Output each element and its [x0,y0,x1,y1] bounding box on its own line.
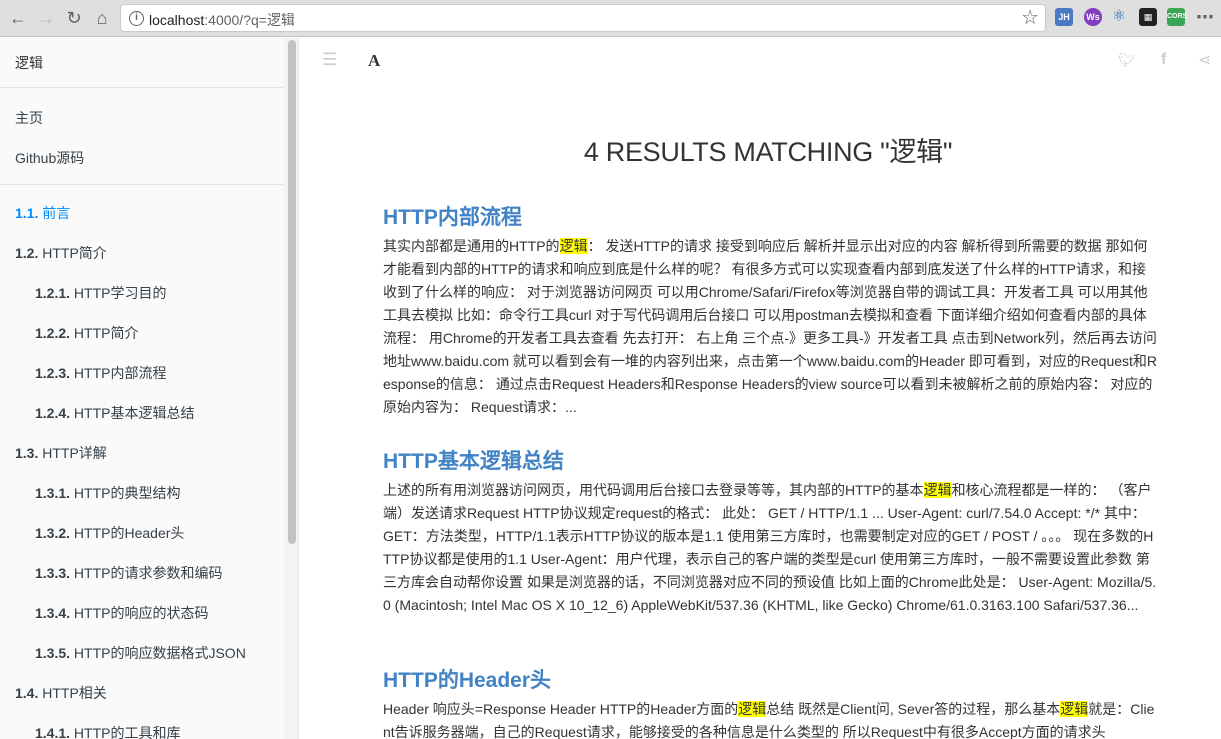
toc-item[interactable]: 1.2.3. HTTP内部流程 [35,363,166,383]
toc-item-number: 1.2.1. [35,285,71,301]
toc-item[interactable]: 1.2.2. HTTP简介 [35,323,138,343]
browser-menu-icon[interactable]: ⋯ [1196,8,1214,26]
excerpt-text: 和核心流程都是一样的： （客户端）发送请求Request HTTP协议规定req… [383,482,1157,613]
toc-item-number: 1.3.2. [35,525,71,541]
toc-item[interactable]: 1.1. 前言 [15,203,70,223]
extension-qrcode-icon[interactable]: ▦ [1139,8,1157,26]
search-result: HTTP基本逻辑总结 上述的所有用浏览器访问网页，用代码调用后台接口去登录等等，… [383,449,1158,617]
result-excerpt: Header 响应头=Response Header HTTP的Header方面… [383,698,1158,739]
facebook-icon[interactable]: f [1161,51,1166,69]
result-excerpt: 其实内部都是通用的HTTP的逻辑： 发送HTTP的请求 接受到响应后 解析并显示… [383,235,1158,419]
toc-item-number: 1.2.3. [35,365,71,381]
home-icon[interactable]: ⌂ [90,6,114,30]
toc-item-number: 1.4. [15,685,39,701]
toc-item-label: HTTP的Header头 [70,525,185,541]
toc-item[interactable]: 1.3.2. HTTP的Header头 [35,523,184,543]
toc-item-number: 1.2.2. [35,325,71,341]
excerpt-text: 总结 既然是Client问, Sever答的过程，那么基本 [766,701,1061,717]
share-icon[interactable]: ⋖ [1198,50,1211,70]
toc-item-label: HTTP学习目的 [70,285,167,301]
search-result: HTTP内部流程 其实内部都是通用的HTTP的逻辑： 发送HTTP的请求 接受到… [383,205,1158,419]
excerpt-text: 其实内部都是通用的HTTP的 [383,238,560,254]
sidebar-link-home[interactable]: 主页 [15,108,43,128]
excerpt-text: Header 响应头=Response Header HTTP的Header方面… [383,701,739,717]
toc-item-label: HTTP的响应的状态码 [70,605,209,621]
forward-icon[interactable]: → [34,6,58,30]
toc-item[interactable]: 1.2. HTTP简介 [15,243,107,263]
toc-item[interactable]: 1.2.4. HTTP基本逻辑总结 [35,403,194,423]
toc-item-label: HTTP内部流程 [70,365,167,381]
sidebar-divider [0,184,285,185]
toc-item-number: 1.1. [15,205,39,221]
toc-item[interactable]: 1.4. HTTP相关 [15,683,107,703]
extension-cors-icon[interactable]: CORS [1167,8,1187,26]
extension-jh-icon[interactable]: JH [1055,8,1073,26]
search-highlight: 逻辑 [923,482,952,498]
toc-item-label: HTTP简介 [38,245,107,261]
search-results-title: 4 RESULTS MATCHING "逻辑" [583,137,953,167]
sidebar-link-github[interactable]: Github源码 [15,148,84,168]
toc-item[interactable]: 1.3.3. HTTP的请求参数和编码 [35,563,222,583]
toc-item-label: HTTP的响应数据格式JSON [70,645,246,661]
toc-item[interactable]: 1.3.1. HTTP的典型结构 [35,483,180,503]
toc-item-label: 前言 [38,205,71,221]
book-sidebar: 逻辑 主页 Github源码 1.1. 前言 1.2. HTTP简介 1.2.1. … [0,38,299,739]
toc-item-label: HTTP的工具和库 [70,725,181,739]
browser-toolbar: ← → ↻ ⌂ i localhost:4000/?q=逻辑 ☆ JH Ws ⚛… [0,0,1221,37]
toc-item-number: 1.3.5. [35,645,71,661]
result-title[interactable]: HTTP基本逻辑总结 [383,449,1158,475]
toc-item[interactable]: 1.2.1. HTTP学习目的 [35,283,166,303]
toc-item-label: HTTP基本逻辑总结 [70,405,195,421]
result-excerpt: 上述的所有用浏览器访问网页，用代码调用后台接口去登录等等，其内部的HTTP的基本… [383,479,1158,617]
toc-item-number: 1.3.1. [35,485,71,501]
result-title[interactable]: HTTP的Header头 [383,668,1158,694]
toc-item-label: HTTP详解 [38,445,107,461]
result-title[interactable]: HTTP内部流程 [383,205,1158,231]
toc-item[interactable]: 1.3.4. HTTP的响应的状态码 [35,603,208,623]
toc-item[interactable]: 1.4.1. HTTP的工具和库 [35,723,180,739]
extension-react-icon[interactable]: ⚛ [1110,8,1128,26]
sidebar-divider [0,87,285,88]
toc-item-number: 1.4.1. [35,725,71,739]
search-highlight: 逻辑 [1060,701,1089,717]
search-input[interactable]: 逻辑 [15,53,43,73]
toc-item-label: HTTP的典型结构 [70,485,181,501]
toc-item[interactable]: 1.3.5. HTTP的响应数据格式JSON [35,643,246,663]
search-highlight: 逻辑 [738,701,767,717]
font-settings-icon[interactable]: A [368,51,380,71]
toc-item-number: 1.3.4. [35,605,71,621]
toc-item-number: 1.2.4. [35,405,71,421]
bookmark-star-icon[interactable]: ☆ [1021,7,1039,29]
toc-item-label: HTTP简介 [70,325,139,341]
toc-item-number: 1.2. [15,245,39,261]
excerpt-text: ： 发送HTTP的请求 接受到响应后 解析并显示出对应的内容 解析得到所需要的数… [383,238,1158,415]
back-icon[interactable]: ← [6,6,30,30]
search-result: HTTP的Header头 Header 响应头=Response Header … [383,668,1158,739]
url-text[interactable]: localhost:4000/?q=逻辑 [149,10,295,30]
main-content: ☰ A 🐦︎ f ⋖ 4 RESULTS MATCHING "逻辑" HTTP内… [300,38,1221,739]
toggle-sidebar-icon[interactable]: ☰ [322,50,337,70]
twitter-icon[interactable]: 🐦︎ [1118,52,1136,69]
search-highlight: 逻辑 [559,238,588,254]
toc-item-number: 1.3.3. [35,565,71,581]
toc-item-number: 1.3. [15,445,39,461]
info-icon[interactable]: i [129,11,144,26]
toc-item-label: HTTP的请求参数和编码 [70,565,223,581]
reload-icon[interactable]: ↻ [62,6,86,30]
toc-item-label: HTTP相关 [38,685,107,701]
toc-item[interactable]: 1.3. HTTP详解 [15,443,107,463]
excerpt-text: 上述的所有用浏览器访问网页，用代码调用后台接口去登录等等，其内部的HTTP的基本 [383,482,924,498]
address-bar[interactable]: i localhost:4000/?q=逻辑 ☆ [120,4,1046,32]
extension-ws-icon[interactable]: Ws [1084,8,1102,26]
sidebar-scrollbar-thumb[interactable] [288,40,296,544]
